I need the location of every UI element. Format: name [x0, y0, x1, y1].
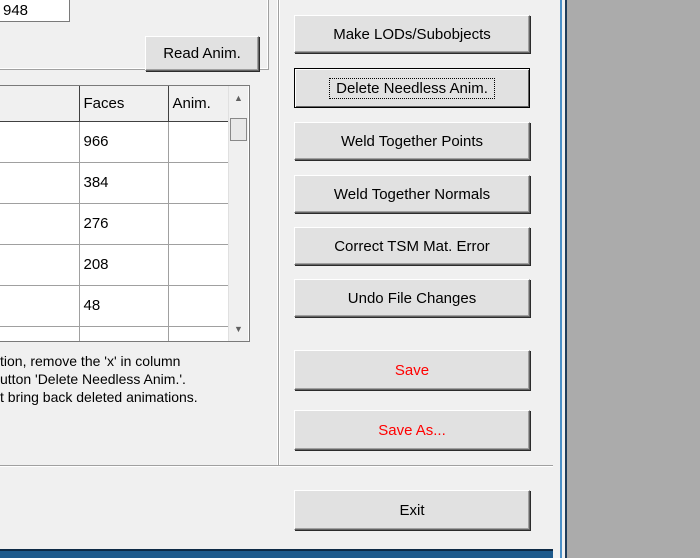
window-frame-edge [553, 0, 567, 558]
count-field-value: 948 [3, 1, 29, 19]
faces-cell[interactable]: 384 [79, 162, 169, 204]
exit-button[interactable]: Exit [294, 490, 530, 530]
read-anim-button[interactable]: Read Anim. [145, 36, 259, 71]
anim-cell[interactable] [168, 121, 231, 163]
make-lods-button[interactable]: Make LODs/Subobjects [294, 15, 530, 53]
faces-cell[interactable]: 966 [79, 121, 169, 163]
undo-file-changes-button[interactable]: Undo File Changes [294, 279, 530, 317]
save-as-button[interactable]: Save As... [294, 410, 530, 450]
object-grid[interactable]: Faces Anim. 966 384 276 208 48 160 [0, 85, 250, 342]
grid-header-row: Faces Anim. [0, 86, 231, 122]
desktop-background [567, 0, 700, 558]
grid-header-faces[interactable]: Faces [79, 86, 169, 122]
count-field[interactable]: 948 [0, 0, 70, 22]
table-row[interactable]: 160 [0, 326, 231, 341]
scroll-up-icon[interactable]: ▲ [229, 88, 248, 108]
faces-cell[interactable]: 48 [79, 285, 169, 327]
table-row[interactable]: 208 [0, 244, 231, 286]
faces-cell[interactable]: 160 [79, 326, 169, 341]
table-row[interactable]: 384 [0, 162, 231, 204]
save-button[interactable]: Save [294, 350, 530, 390]
faces-cell[interactable]: 208 [79, 244, 169, 286]
grid-header-blank [0, 86, 80, 122]
scroll-down-icon[interactable]: ▼ [229, 319, 248, 339]
scroll-thumb[interactable] [230, 118, 247, 141]
anim-cell[interactable] [168, 203, 231, 245]
lower-divider [0, 465, 553, 467]
column-divider [278, 0, 280, 465]
delete-needless-anim-button[interactable]: Delete Needless Anim. [294, 68, 530, 108]
instructions-text: tion, remove the 'x' in column utton 'De… [0, 353, 198, 405]
weld-points-button[interactable]: Weld Together Points [294, 122, 530, 160]
grid-scrollbar[interactable]: ▲ ▼ [228, 86, 248, 341]
anim-cell[interactable] [168, 244, 231, 286]
table-row[interactable]: 48 [0, 285, 231, 327]
table-row[interactable]: 966 [0, 121, 231, 163]
grid-header-anim[interactable]: Anim. [168, 86, 231, 122]
weld-normals-button[interactable]: Weld Together Normals [294, 175, 530, 213]
anim-cell[interactable] [168, 326, 231, 341]
window-frame-bottom [0, 549, 553, 558]
table-row[interactable]: 276 [0, 203, 231, 245]
correct-tsm-button[interactable]: Correct TSM Mat. Error [294, 227, 530, 265]
faces-cell[interactable]: 276 [79, 203, 169, 245]
anim-cell[interactable] [168, 285, 231, 327]
anim-cell[interactable] [168, 162, 231, 204]
